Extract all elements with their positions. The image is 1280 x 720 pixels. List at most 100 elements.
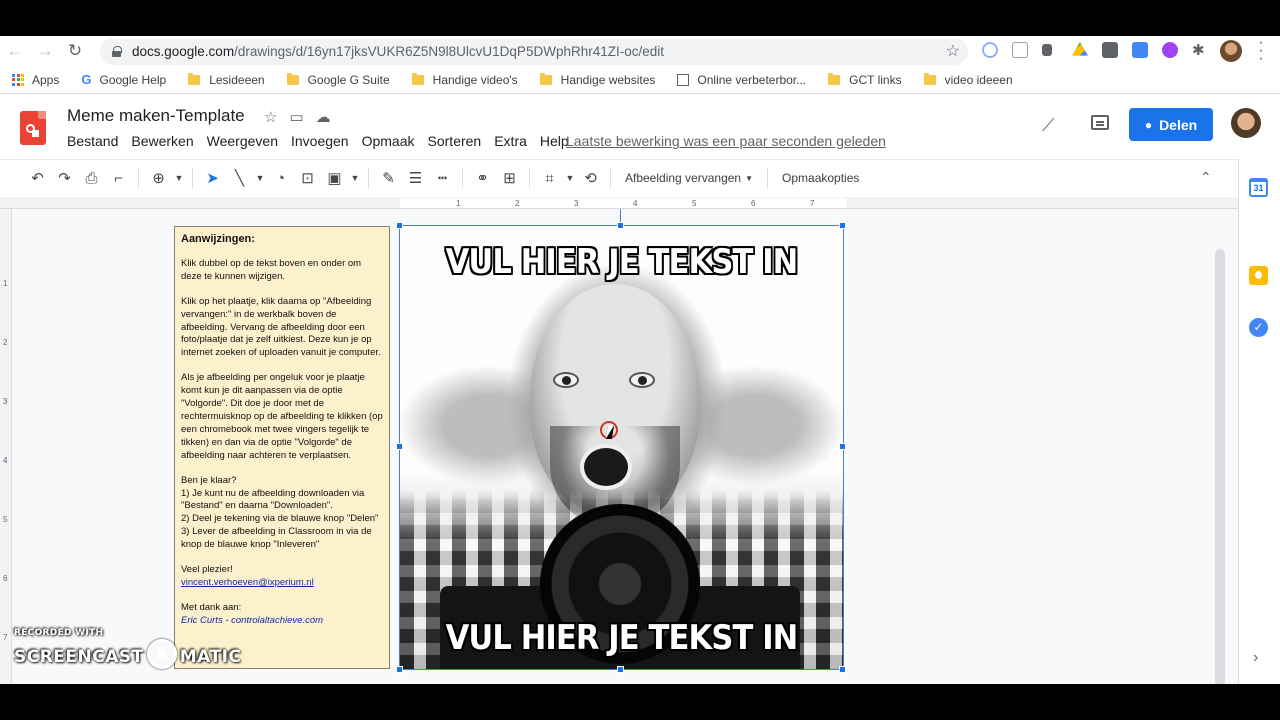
bookmark-page[interactable]: Online verbeterbor... xyxy=(677,73,806,87)
resize-handle[interactable] xyxy=(617,666,624,673)
bookmark-folder[interactable]: video ideeen xyxy=(923,72,1013,87)
format-options-button[interactable]: Opmaakopties xyxy=(774,171,867,185)
bookmark-folder[interactable]: Google G Suite xyxy=(286,72,390,87)
bookmark-folder[interactable]: Handige video's xyxy=(411,72,518,87)
resize-handle[interactable] xyxy=(839,222,846,229)
horizontal-ruler[interactable]: 1 2 3 4 5 6 7 xyxy=(0,197,1238,209)
extension-icon[interactable] xyxy=(1012,42,1028,58)
drive-icon[interactable] xyxy=(1072,42,1088,56)
menu-bestand[interactable]: Bestand xyxy=(67,133,118,149)
bookmark-folder[interactable]: Lesideeen xyxy=(188,72,265,87)
toolbar-divider xyxy=(767,168,769,188)
zoom-icon[interactable]: ⊕ xyxy=(145,165,172,192)
bookmark-apps[interactable]: Apps xyxy=(12,73,59,87)
link-icon[interactable]: ⚭ xyxy=(469,165,496,192)
star-icon[interactable]: ☆ xyxy=(264,108,277,126)
bookmark-star-icon[interactable]: ☆ xyxy=(946,41,960,61)
cloud-status-icon[interactable]: ☁ xyxy=(316,108,331,126)
border-weight-icon[interactable]: ☰ xyxy=(402,165,429,192)
meme-bottom-text[interactable]: VUL HIER JE TEKST IN xyxy=(422,618,821,658)
instructions-textbox[interactable]: Aanwijzingen: Klik dubbel op de tekst bo… xyxy=(174,226,390,669)
resize-handle[interactable] xyxy=(396,666,403,673)
comment-icon[interactable] xyxy=(1091,115,1109,130)
bookmark-label: Online verbeterbor... xyxy=(697,72,807,87)
bookmark-folder[interactable]: GCT links xyxy=(828,72,902,87)
vertical-ruler[interactable]: 1 2 3 4 5 6 7 xyxy=(0,209,12,684)
chevron-down-icon[interactable]: ▼ xyxy=(563,165,577,192)
menu-opmaak[interactable]: Opmaak xyxy=(362,133,415,149)
toolbar-divider xyxy=(368,168,369,188)
last-edit-link[interactable]: Laatste bewerking was een paar seconden … xyxy=(566,133,886,149)
ruler-tick: 3 xyxy=(574,199,579,208)
meme-image[interactable]: VUL HIER JE TEKST IN VUL HIER JE TEKST I… xyxy=(400,226,843,669)
chevron-right-icon[interactable]: › xyxy=(1253,649,1258,667)
avatar[interactable] xyxy=(1231,108,1261,138)
reset-image-icon[interactable]: ⟲ xyxy=(577,165,604,192)
drawing-canvas[interactable]: 1 2 3 4 5 6 7 1 2 3 4 5 6 7 Aanwijzingen… xyxy=(0,197,1238,684)
text-box-icon[interactable]: ⊡ xyxy=(294,165,321,192)
share-button[interactable]: ● Delen xyxy=(1129,108,1213,141)
chevron-down-icon[interactable]: ▼ xyxy=(172,165,186,192)
tasks-icon[interactable]: ✓ xyxy=(1249,318,1268,337)
resize-handle[interactable] xyxy=(839,443,846,450)
redo-icon[interactable]: ↷ xyxy=(51,165,78,192)
bookmark-label: Apps xyxy=(32,72,60,87)
chevron-up-icon[interactable]: ⌃ xyxy=(1200,169,1212,186)
puzzle-icon[interactable]: ✱ xyxy=(1192,41,1208,59)
reload-icon[interactable]: ↻ xyxy=(60,36,90,66)
profile-avatar[interactable] xyxy=(1220,40,1242,62)
extension-icon[interactable] xyxy=(1102,42,1118,58)
page-icon xyxy=(677,73,690,86)
email-link[interactable]: vincent.verhoeven@ixperium.nl xyxy=(181,577,383,590)
resize-handle[interactable] xyxy=(396,443,403,450)
folder-icon xyxy=(828,72,841,85)
menu-invoegen[interactable]: Invoegen xyxy=(291,133,349,149)
bookmark-label: Handige video's xyxy=(432,72,518,87)
paint-format-icon[interactable]: ⌐ xyxy=(105,165,132,192)
bookmark-folder[interactable]: Handige websites xyxy=(539,72,655,87)
resize-handle[interactable] xyxy=(617,222,624,229)
chevron-down-icon[interactable]: ▼ xyxy=(348,165,362,192)
extension-icon[interactable] xyxy=(982,42,998,58)
menu-sorteren[interactable]: Sorteren xyxy=(428,133,482,149)
back-icon[interactable]: ← xyxy=(0,36,30,66)
print-icon[interactable]: ⎙ xyxy=(78,165,105,192)
document-title[interactable]: Meme maken-Template xyxy=(67,106,245,126)
move-folder-icon[interactable]: ▭ xyxy=(289,108,303,126)
replace-image-button[interactable]: Afbeelding vervangen ▼ xyxy=(617,171,761,185)
bookmark-label: Google Help xyxy=(99,72,167,87)
bookmark-label: GCT links xyxy=(849,72,902,87)
menu-weergeven[interactable]: Weergeven xyxy=(207,133,278,149)
select-cursor-icon[interactable]: ➤ xyxy=(199,165,226,192)
omnibox[interactable]: docs.google.com/drawings/d/16yn17jksVUKR… xyxy=(100,38,968,65)
credit-link[interactable]: Eric Curts - controlaltachieve.com xyxy=(181,615,383,628)
forward-icon[interactable]: → xyxy=(30,36,60,66)
speaker-icon[interactable] xyxy=(1042,44,1052,56)
more-menu-icon[interactable]: · · · xyxy=(1256,36,1266,67)
keep-icon[interactable] xyxy=(1249,266,1268,285)
border-color-icon[interactable]: ✎ xyxy=(375,165,402,192)
extension-icon[interactable] xyxy=(1162,42,1178,58)
ruler-tick: 7 xyxy=(3,633,8,642)
add-comment-icon[interactable]: ⊞ xyxy=(496,165,523,192)
vertical-scrollbar[interactable] xyxy=(1215,249,1225,684)
menu-bewerken[interactable]: Bewerken xyxy=(131,133,193,149)
calendar-icon[interactable]: 31 xyxy=(1249,178,1268,197)
crop-icon[interactable]: ⌗ xyxy=(536,165,563,192)
drawings-logo-icon[interactable] xyxy=(20,111,46,145)
chevron-down-icon[interactable]: ▼ xyxy=(253,165,267,192)
activity-trend-icon[interactable]: ⟋ xyxy=(1042,115,1055,136)
translate-icon[interactable] xyxy=(1132,42,1148,58)
menu-help[interactable]: Help xyxy=(540,133,569,149)
undo-icon[interactable]: ↶ xyxy=(24,165,51,192)
menu-extra[interactable]: Extra xyxy=(494,133,527,149)
border-dash-icon[interactable]: ┅ xyxy=(429,165,456,192)
folder-icon xyxy=(188,72,201,85)
image-icon[interactable]: ▣ xyxy=(321,165,348,192)
meme-top-text[interactable]: VUL HIER JE TEKST IN xyxy=(422,242,821,282)
shape-tool-icon[interactable]: ◔ xyxy=(267,165,294,192)
resize-handle[interactable] xyxy=(396,222,403,229)
bookmark-google-help[interactable]: G Google Help xyxy=(81,72,166,87)
line-tool-icon[interactable]: ╲ xyxy=(226,165,253,192)
resize-handle[interactable] xyxy=(839,666,846,673)
